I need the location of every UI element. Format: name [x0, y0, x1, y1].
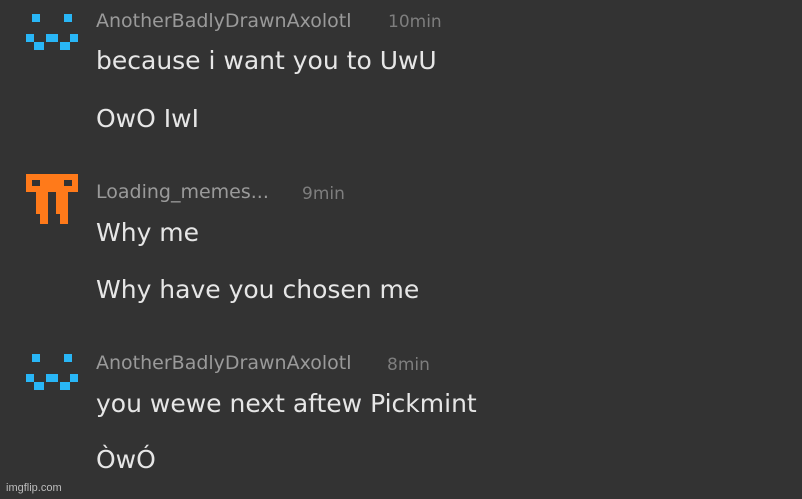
message-text: ÒwÓ [96, 445, 156, 474]
watermark: imgflip.com [6, 482, 62, 494]
message-text: because i want you to UwU [96, 46, 437, 75]
timestamp: 8min [387, 355, 430, 375]
message-text: you wewe next aftew Pickmint [96, 389, 477, 418]
axolotl-avatar-icon[interactable] [26, 12, 78, 52]
timestamp: 9min [302, 184, 345, 204]
message-text: Why have you chosen me [96, 275, 420, 304]
timestamp: 10min [388, 12, 442, 32]
axolotl-avatar-icon[interactable] [26, 352, 78, 392]
memes-avatar-icon[interactable] [26, 174, 78, 226]
message-text: OwO IwI [96, 104, 199, 133]
username[interactable]: AnotherBadlyDrawnAxolotl [96, 354, 352, 373]
message-text: Why me [96, 218, 200, 247]
username[interactable]: AnotherBadlyDrawnAxolotl [96, 12, 352, 31]
username[interactable]: Loading_memes... [96, 183, 269, 202]
